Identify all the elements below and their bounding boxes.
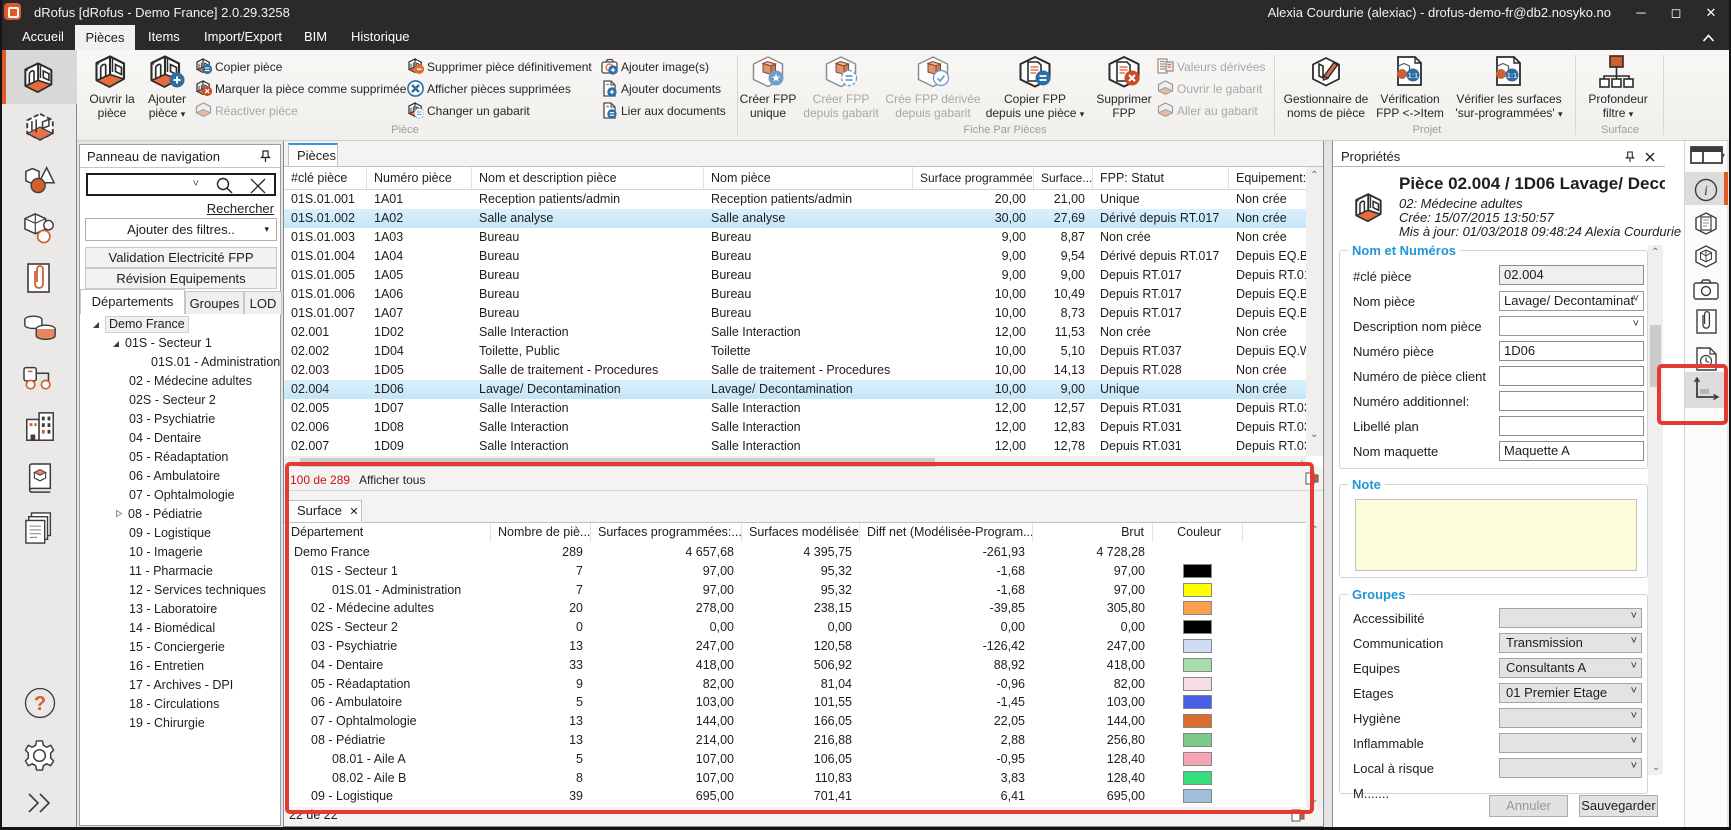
svg-text:?: ? — [33, 693, 45, 715]
svg-text:i: i — [1704, 184, 1708, 199]
